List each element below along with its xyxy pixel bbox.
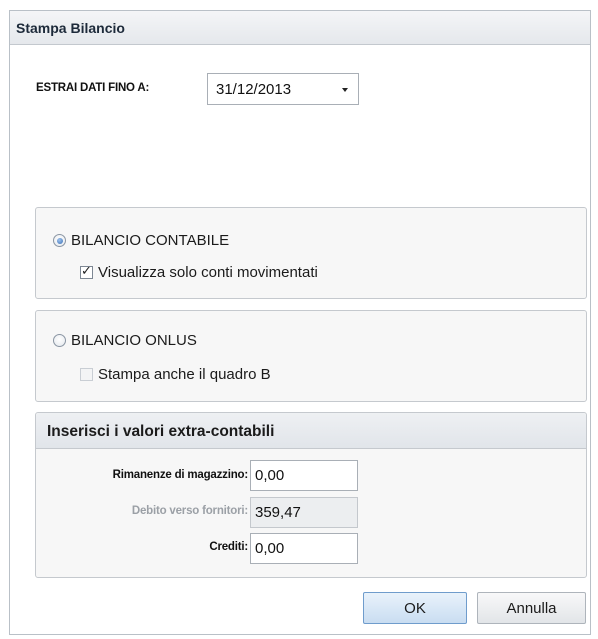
checkbox-unchecked-icon [80, 368, 93, 381]
bilancio-contabile-group: BILANCIO CONTABILE ✓ Visualizza solo con… [35, 207, 587, 299]
crediti-input[interactable]: 0,00 [250, 533, 358, 564]
radio-unselected-icon [53, 334, 66, 347]
stampa-quadro-b-label: Stampa anche il quadro B [98, 366, 271, 383]
checkbox-checked-icon: ✓ [80, 263, 93, 279]
extract-date-label: ESTRAI DATI FINO A: [36, 82, 150, 94]
extra-contabili-panel: Inserisci i valori extra-contabili Riman… [35, 412, 587, 578]
chevron-down-icon [342, 88, 348, 92]
extra-contabili-header: Inserisci i valori extra-contabili [36, 413, 586, 449]
solo-conti-movimentati-label: Visualizza solo conti movimentati [98, 264, 318, 281]
stampa-bilancio-dialog: Stampa Bilancio ESTRAI DATI FINO A: 31/1… [9, 10, 591, 635]
cancel-button[interactable]: Annulla [477, 592, 586, 624]
rimanenze-magazzino-input[interactable]: 0,00 [250, 460, 358, 491]
radio-selected-icon [53, 234, 66, 247]
title-bar: Stampa Bilancio [10, 11, 590, 45]
bilancio-contabile-label: BILANCIO CONTABILE [71, 232, 230, 249]
bilancio-contabile-radio[interactable]: BILANCIO CONTABILE [53, 232, 229, 249]
dialog-title: Stampa Bilancio [16, 20, 125, 36]
bilancio-onlus-label: BILANCIO ONLUS [71, 332, 197, 349]
ok-button[interactable]: OK [363, 592, 467, 624]
solo-conti-movimentati-checkbox[interactable]: ✓ Visualizza solo conti movimentati [80, 264, 318, 281]
debito-fornitori-input: 359,47 [250, 497, 358, 528]
rimanenze-magazzino-label: Rimanenze di magazzino: [112, 469, 249, 481]
extra-contabili-title: Inserisci i valori extra-contabili [47, 423, 275, 440]
stampa-quadro-b-checkbox[interactable]: Stampa anche il quadro B [80, 366, 271, 383]
crediti-label: Crediti: [209, 541, 248, 553]
extract-date-dropdown[interactable]: 31/12/2013 [207, 73, 359, 105]
bilancio-onlus-radio[interactable]: BILANCIO ONLUS [53, 332, 197, 349]
debito-fornitori-label: Debito verso fornitori: [131, 505, 248, 517]
extract-date-value: 31/12/2013 [216, 81, 292, 98]
bilancio-onlus-group: BILANCIO ONLUS Stampa anche il quadro B [35, 310, 587, 402]
